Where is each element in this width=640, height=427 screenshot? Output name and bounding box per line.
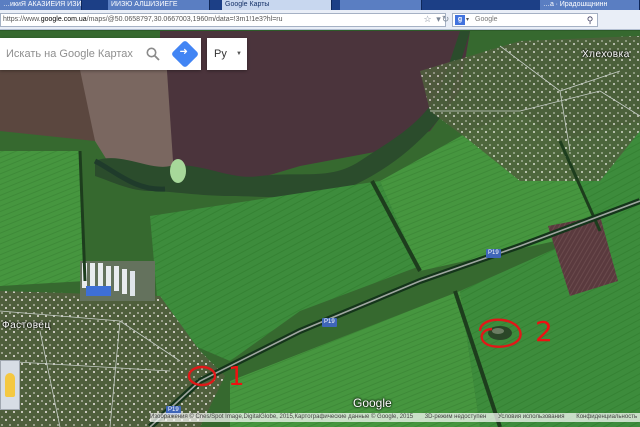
3d-mode-notice: 3D-режим недоступен: [424, 414, 487, 420]
browser-nav-bar: https://www.google.com.ua/maps/@50.06587…: [0, 10, 640, 30]
search-icon[interactable]: [146, 47, 160, 61]
satellite-imagery: [0, 31, 640, 427]
browser-tab[interactable]: ИИЗЮ АЛШИЗИЕГЕ: [108, 0, 210, 10]
browser-tab-bar: …икиЯ АКАЗИЕИЯ ИЗИ ИИЗЮ АЛШИЗИЕГЕ Google…: [0, 0, 640, 10]
google-search-engine-icon[interactable]: g: [455, 15, 465, 25]
road-shield: P19: [322, 318, 337, 327]
browser-tab[interactable]: …икиЯ АКАЗИЕИЯ ИЗИ: [0, 0, 82, 10]
language-selector[interactable]: Ру ▼: [207, 38, 247, 70]
map-attribution-bar: Изображения © Cnes/Spot Image,DigitalGlo…: [150, 413, 640, 422]
pond: [170, 159, 186, 183]
privacy-link[interactable]: Конфиденциальность: [576, 414, 637, 420]
reload-icon[interactable]: ↻: [440, 13, 451, 26]
language-label: Ру: [214, 48, 227, 60]
address-bar[interactable]: https://www.google.com.ua/maps/@50.06587…: [0, 13, 446, 27]
street-view-pegman[interactable]: [0, 360, 20, 410]
attribution-text: Изображения © Cnes/Spot Image,DigitalGlo…: [150, 414, 414, 420]
annotation-number-1: 1: [228, 362, 245, 392]
url-path: /maps/@50.0658797,30.0667003,1960m/data=…: [86, 16, 283, 23]
google-logo: Google: [353, 396, 392, 410]
search-icon[interactable]: ⚲: [583, 13, 597, 27]
directions-button[interactable]: ➜: [170, 39, 200, 69]
satellite-map[interactable]: 1 2: [0, 31, 640, 427]
star-icon[interactable]: ☆: [422, 13, 433, 26]
browser-tab[interactable]: …а ∙ Ирадошщнинн: [540, 0, 640, 10]
road-shield: P19: [486, 249, 501, 258]
annotation-number-2: 2: [535, 315, 553, 348]
terms-link[interactable]: Условия использования: [498, 414, 565, 420]
greenhouses: [80, 261, 155, 301]
place-label-khlekhovka: Хлеховка: [582, 49, 630, 60]
directions-arrow-icon: ➜: [179, 46, 188, 58]
maps-search-box: ➜: [0, 38, 201, 70]
maps-search-input[interactable]: [0, 38, 170, 70]
url-prefix: https://www.: [3, 16, 41, 23]
url-domain: google.com.ua: [40, 16, 87, 23]
browser-tab-active[interactable]: Google Карты: [222, 0, 332, 10]
browser-tab[interactable]: [340, 0, 422, 10]
browser-search-box[interactable]: g ▾ Google: [452, 13, 598, 27]
chevron-down-icon: ▼: [236, 51, 242, 57]
place-label-fastovets: Фастовец: [2, 320, 51, 331]
search-engine-placeholder: Google: [475, 16, 498, 23]
field-left: [0, 151, 85, 286]
chevron-down-icon[interactable]: ▾: [466, 14, 469, 26]
